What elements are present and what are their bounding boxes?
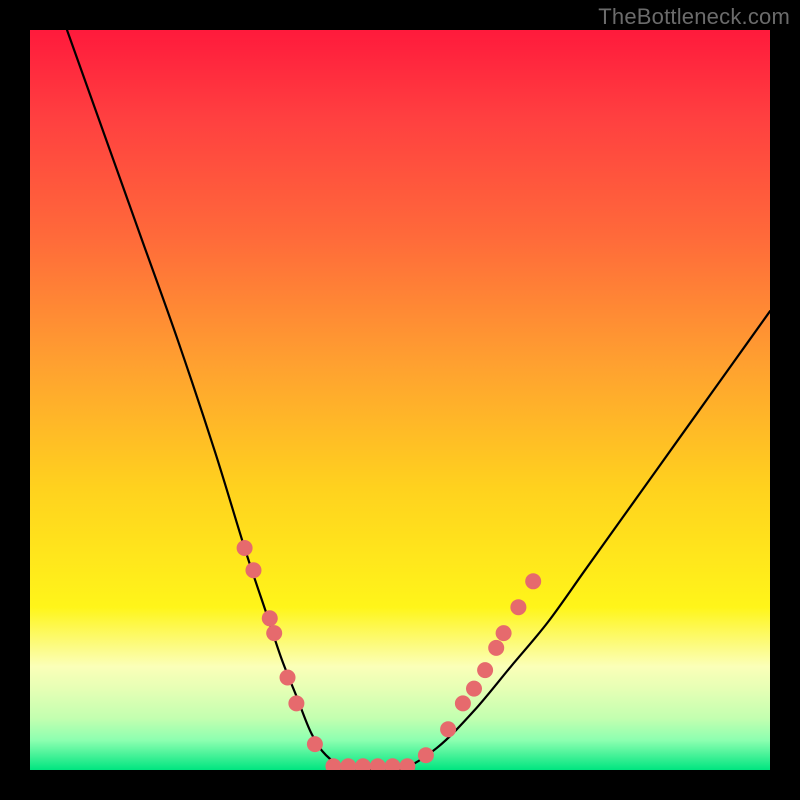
threshold-marker — [385, 758, 401, 770]
threshold-marker — [477, 662, 493, 678]
threshold-marker — [237, 540, 253, 556]
threshold-marker — [288, 695, 304, 711]
threshold-marker — [307, 736, 323, 752]
plot-area — [30, 30, 770, 770]
bottleneck-curve — [67, 30, 770, 770]
threshold-marker — [440, 721, 456, 737]
threshold-marker — [245, 562, 261, 578]
threshold-marker — [418, 747, 434, 763]
threshold-marker — [370, 758, 386, 770]
threshold-markers-group — [237, 540, 542, 770]
threshold-marker — [325, 758, 341, 770]
threshold-marker — [262, 610, 278, 626]
chart-svg — [30, 30, 770, 770]
threshold-marker — [280, 670, 296, 686]
threshold-marker — [525, 573, 541, 589]
threshold-marker — [488, 640, 504, 656]
threshold-marker — [266, 625, 282, 641]
threshold-marker — [340, 758, 356, 770]
watermark-text: TheBottleneck.com — [598, 4, 790, 30]
threshold-marker — [466, 681, 482, 697]
threshold-marker — [399, 758, 415, 770]
threshold-marker — [355, 758, 371, 770]
threshold-marker — [496, 625, 512, 641]
threshold-marker — [510, 599, 526, 615]
chart-frame: TheBottleneck.com — [0, 0, 800, 800]
threshold-marker — [455, 695, 471, 711]
